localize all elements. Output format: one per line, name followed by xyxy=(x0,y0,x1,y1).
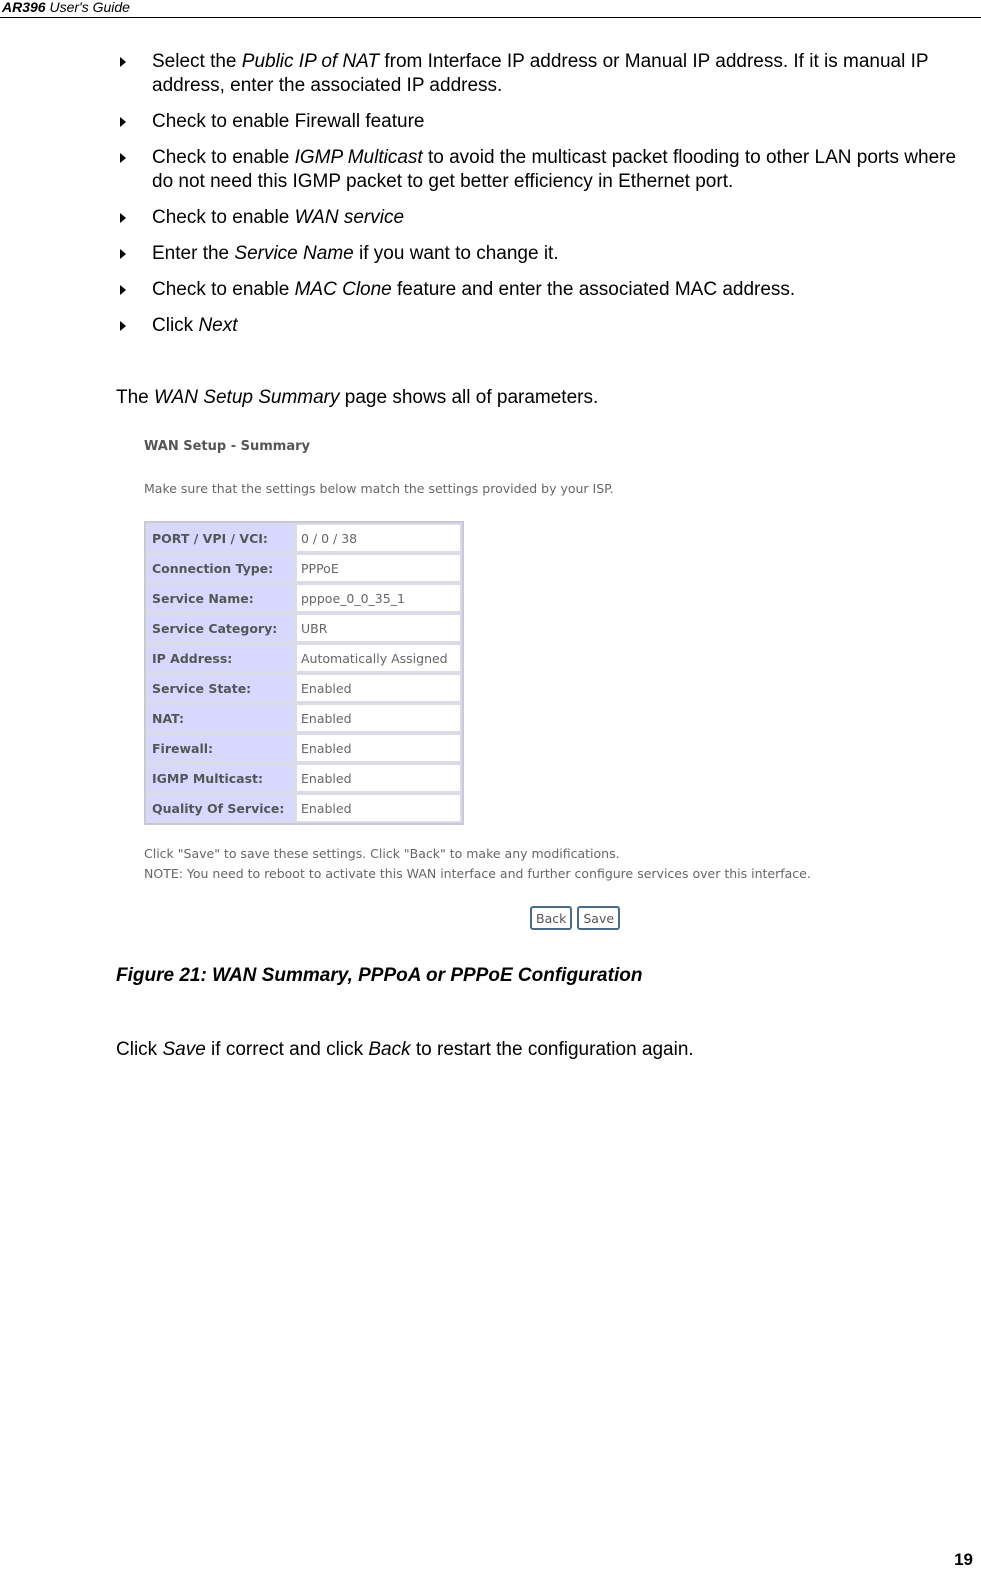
back-button[interactable]: Back xyxy=(530,906,573,930)
row-label: NAT: xyxy=(146,703,295,733)
table-row: IGMP Multicast: Enabled xyxy=(146,763,462,793)
row-label: Service Category: xyxy=(146,613,295,643)
table-row: Service Category: UBR xyxy=(146,613,462,643)
bullet-arrow-icon xyxy=(120,153,126,163)
reboot-note: NOTE: You need to reboot to activate thi… xyxy=(144,866,811,881)
bullet-arrow-icon xyxy=(120,117,126,127)
table-row: IP Address: Automatically Assigned xyxy=(146,643,462,673)
list-text: feature and enter the associated MAC add… xyxy=(391,279,796,300)
table-row: Connection Type: PPPoE xyxy=(146,553,462,583)
row-value: Enabled xyxy=(295,733,462,763)
closing-text-mid: if correct and click xyxy=(205,1039,369,1060)
row-label: IGMP Multicast: xyxy=(146,763,295,793)
emphasis-text: Next xyxy=(198,315,238,336)
row-label: Service Name: xyxy=(146,583,295,613)
list-text: Check to enable xyxy=(152,147,295,168)
list-item: Check to enable IGMP Multicast to avoid … xyxy=(118,146,978,194)
closing-save-emphasis: Save xyxy=(162,1039,206,1060)
row-value: Enabled xyxy=(295,793,462,823)
row-label: IP Address: xyxy=(146,643,295,673)
header-title: AR396 User's Guide xyxy=(2,0,130,15)
row-value: Enabled xyxy=(295,763,462,793)
figure-caption: Figure 21: WAN Summary, PPPoA or PPPoE C… xyxy=(116,965,643,986)
emphasis-text: WAN service xyxy=(294,207,405,228)
list-text: Click xyxy=(152,315,199,336)
summary-title: WAN Setup - Summary xyxy=(144,439,310,454)
row-value: PPPoE xyxy=(295,553,462,583)
wan-summary-screenshot: WAN Setup - Summary Make sure that the s… xyxy=(140,436,860,941)
row-label: Quality Of Service: xyxy=(146,793,295,823)
closing-text: Click xyxy=(116,1039,163,1060)
bullet-arrow-icon xyxy=(120,57,126,67)
list-text: if you want to change it. xyxy=(353,243,559,264)
list-item: Select the Public IP of NAT from Interfa… xyxy=(118,50,978,98)
save-back-note: Click "Save" to save these settings. Cli… xyxy=(144,846,620,861)
table-row: PORT / VPI / VCI: 0 / 0 / 38 xyxy=(146,523,462,553)
list-text: Enter the xyxy=(152,243,235,264)
closing-paragraph: Click Save if correct and click Back to … xyxy=(116,1038,694,1062)
bullet-arrow-icon xyxy=(120,285,126,295)
list-item: Check to enable WAN service xyxy=(118,206,978,230)
list-item: Check to enable Firewall feature xyxy=(118,110,978,134)
bullet-arrow-icon xyxy=(120,249,126,259)
row-label: Connection Type: xyxy=(146,553,295,583)
save-button[interactable]: Save xyxy=(577,906,621,930)
row-value: Enabled xyxy=(295,673,462,703)
row-value: Automatically Assigned xyxy=(295,643,462,673)
emphasis-text: IGMP Multicast xyxy=(294,147,423,168)
list-text: Check to enable Firewall feature xyxy=(152,111,425,132)
table-row: Service Name: pppoe_0_0_35_1 xyxy=(146,583,462,613)
table-row: Firewall: Enabled xyxy=(146,733,462,763)
bullet-arrow-icon xyxy=(120,321,126,331)
table-row: Service State: Enabled xyxy=(146,673,462,703)
bullet-arrow-icon xyxy=(120,213,126,223)
intro-text-end: page shows all of parameters. xyxy=(339,387,599,408)
summary-intro: Make sure that the settings below match … xyxy=(144,481,614,496)
emphasis-text: MAC Clone xyxy=(294,279,392,300)
list-item: Check to enable MAC Clone feature and en… xyxy=(118,278,978,302)
page-header: AR396 User's Guide xyxy=(0,0,981,18)
list-item: Click Next xyxy=(118,314,978,338)
page-number: 19 xyxy=(954,1550,973,1569)
list-text: Select the xyxy=(152,51,242,72)
row-label: Firewall: xyxy=(146,733,295,763)
table-row: Quality Of Service: Enabled xyxy=(146,793,462,823)
emphasis-text: Public IP of NAT xyxy=(241,51,380,72)
list-text: Check to enable xyxy=(152,279,295,300)
emphasis-text: Service Name xyxy=(234,243,354,264)
list-item: Enter the Service Name if you want to ch… xyxy=(118,242,978,266)
row-value: UBR xyxy=(295,613,462,643)
row-value: pppoe_0_0_35_1 xyxy=(295,583,462,613)
table-row: NAT: Enabled xyxy=(146,703,462,733)
row-value: Enabled xyxy=(295,703,462,733)
guide-label: User's Guide xyxy=(45,0,130,15)
row-value: 0 / 0 / 38 xyxy=(295,523,462,553)
list-text: Check to enable xyxy=(152,207,295,228)
intro-paragraph: The WAN Setup Summary page shows all of … xyxy=(116,386,598,410)
instruction-list: Select the Public IP of NAT from Interfa… xyxy=(118,50,978,350)
row-label: PORT / VPI / VCI: xyxy=(146,523,295,553)
closing-back-emphasis: Back xyxy=(368,1039,411,1060)
intro-text: The xyxy=(116,387,155,408)
row-label: Service State: xyxy=(146,673,295,703)
product-name: AR396 xyxy=(2,0,46,15)
closing-text-end: to restart the configuration again. xyxy=(410,1039,694,1060)
summary-table: PORT / VPI / VCI: 0 / 0 / 38 Connection Ty… xyxy=(144,521,464,825)
intro-emphasis: WAN Setup Summary xyxy=(154,387,340,408)
button-row: Back Save xyxy=(530,906,625,930)
